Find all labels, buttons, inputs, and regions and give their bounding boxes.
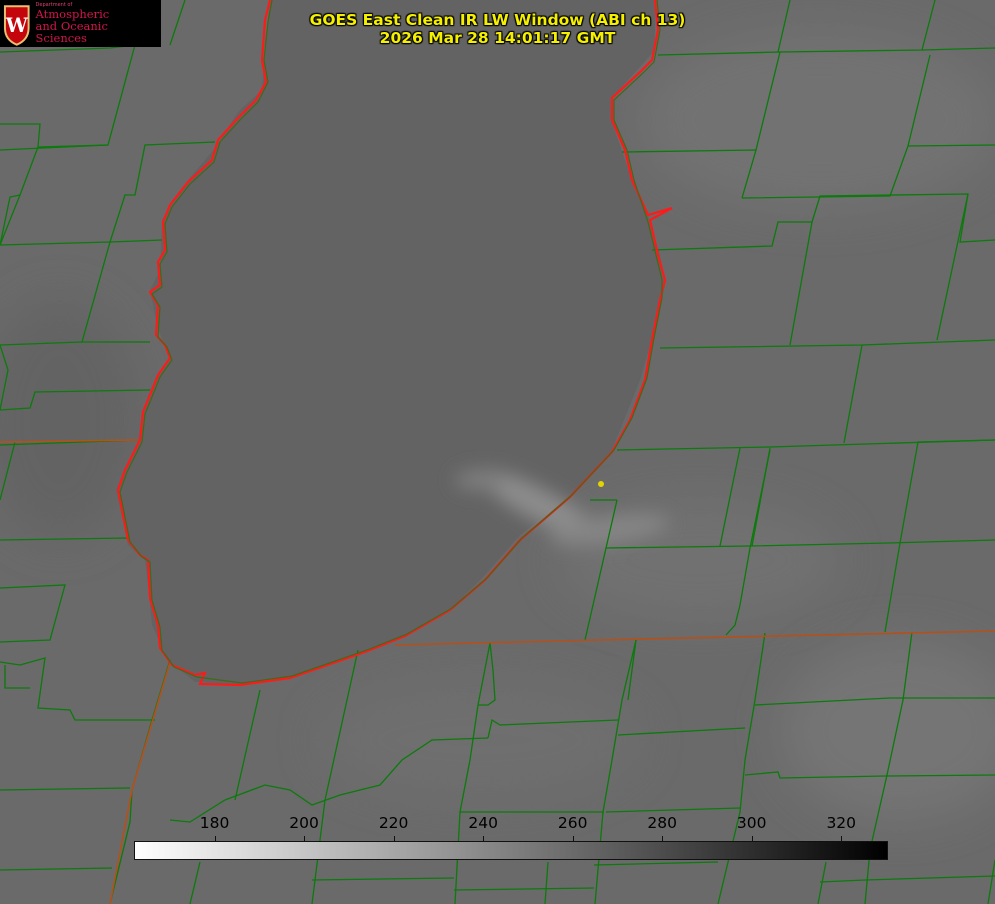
colorbar-tick-label: 300 (736, 814, 767, 832)
colorbar-tick-label: 180 (199, 814, 230, 832)
image-timestamp: 2026 Mar 28 14:01:17 GMT (379, 29, 616, 47)
colorbar-tick-label: 200 (289, 814, 319, 832)
station-dot-icon (598, 481, 604, 487)
colorbar-tick-label: 280 (647, 814, 677, 832)
colorbar (134, 841, 888, 860)
image-title: GOES East Clean IR LW Window (ABI ch 13) (309, 11, 686, 29)
colorbar-tick-label: 240 (468, 814, 498, 832)
colorbar-tick-label: 220 (378, 814, 409, 832)
satellite-ir-map (0, 0, 995, 904)
colorbar-tick-label: 320 (826, 814, 857, 832)
colorbar-tick-label: 260 (557, 814, 588, 832)
